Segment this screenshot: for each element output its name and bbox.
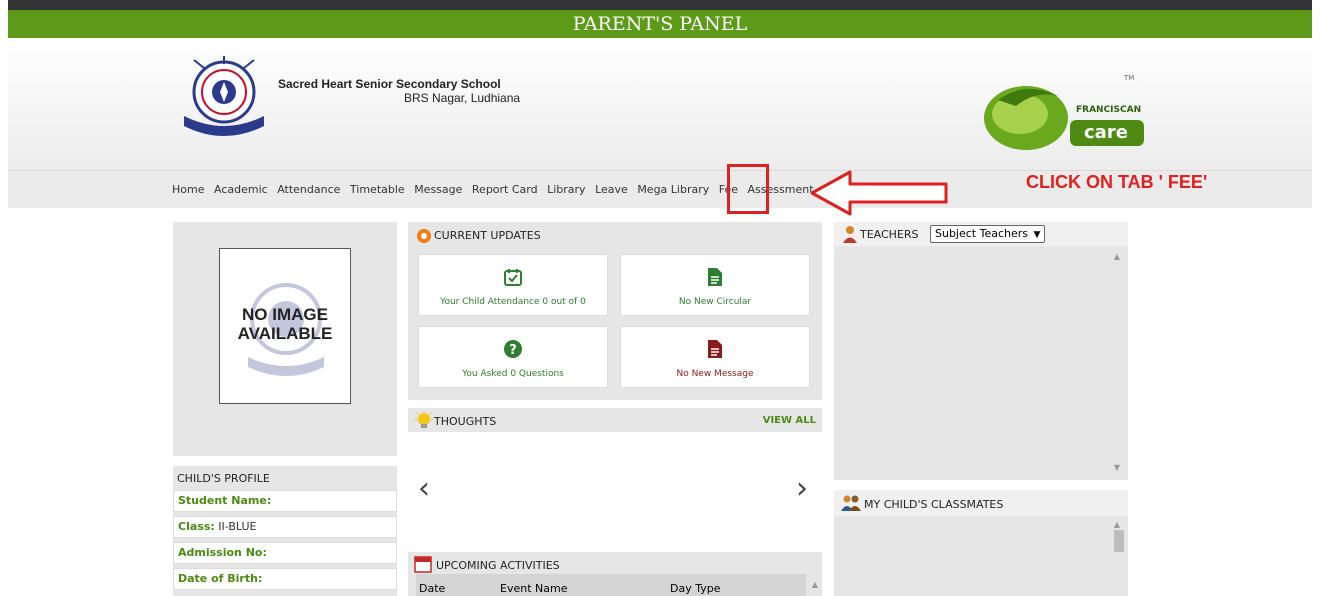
classmates-scroll-up-icon[interactable]: ▲ [1114,520,1120,529]
nav-timetable[interactable]: Timetable [350,183,405,196]
nav-academic[interactable]: Academic [214,183,268,196]
school-seal-logo [184,56,264,136]
student-photo: NO IMAGE AVAILABLE [219,248,351,404]
school-name: Sacred Heart Senior Secondary School [278,77,501,91]
lightbulb-icon [415,411,433,428]
no-image-text: NO IMAGE AVAILABLE [220,305,350,343]
classmates-panel: MY CHILD'S CLASSMATES ▲ [834,490,1128,596]
nav-message[interactable]: Message [414,183,462,196]
column-event-name: Event Name [500,582,568,595]
school-address: BRS Nagar, Ludhiana [404,91,521,105]
care-tagline: we value your care [1076,145,1134,152]
class-label: Class: [178,520,215,533]
teachers-panel: TEACHERS Subject Teachers ▼ ▲ ▼ [834,222,1128,480]
questions-card[interactable]: ? You Asked 0 Questions [418,326,608,388]
classmates-title: MY CHILD'S CLASSMATES [864,498,1004,511]
attendance-card-text: Your Child Attendance 0 out of 0 [440,297,586,307]
franciscan-care-logo: TM FRANCISCAN care we value your care [984,74,1144,152]
no-image-line1: NO IMAGE [242,305,328,324]
upcoming-activities-title: UPCOMING ACTIVITIES [436,559,560,572]
dob-label: Date of Birth: [178,572,263,585]
no-image-line2: AVAILABLE [237,324,333,343]
calendar-icon [414,556,432,573]
child-profile-panel: CHILD'S PROFILE Student Name: Class: II-… [173,466,397,596]
question-circle-icon: ? [504,340,522,358]
nav-attendance[interactable]: Attendance [277,183,340,196]
activities-scroll-up-icon[interactable]: ▲ [812,580,818,589]
activities-table-header: Date Event Name Day Type [416,574,806,596]
circular-card[interactable]: No New Circular [620,254,810,316]
profile-row-admission: Admission No: [173,542,397,564]
child-profile-heading: CHILD'S PROFILE [177,472,270,485]
nav-report-card[interactable]: Report Card [472,183,538,196]
nav-menu: Home Academic Attendance Timetable Messa… [172,183,820,196]
circular-card-text: No New Circular [678,297,752,307]
nav-mega-library[interactable]: Mega Library [637,183,709,196]
classmates-header: MY CHILD'S CLASSMATES [834,490,1128,516]
class-value: II-BLUE [218,520,257,533]
column-day-type: Day Type [670,582,721,595]
top-bar [8,0,1312,10]
column-date: Date [419,582,446,595]
current-updates-title: CURRENT UPDATES [434,229,541,242]
panel-title-bar: PARENT'S PANEL [8,10,1312,38]
teacher-icon [843,226,857,243]
admission-label: Admission No: [178,546,267,559]
care-name: care [1084,122,1128,143]
view-all-link[interactable]: VIEW ALL [763,415,816,426]
attendance-card[interactable]: Your Child Attendance 0 out of 0 [418,254,608,316]
classmates-scrollbar-thumb[interactable] [1114,530,1124,552]
message-card-text: No New Message [676,369,754,379]
teachers-title: TEACHERS [860,228,919,241]
svg-text:?: ? [509,343,517,358]
document-icon [708,268,722,286]
care-brand: FRANCISCAN [1076,105,1141,115]
nav-library[interactable]: Library [547,183,585,196]
thoughts-header: THOUGHTS VIEW ALL [408,408,822,432]
updates-icon [417,229,431,243]
profile-row-student-name: Student Name: [173,490,397,512]
left-arrow-annotation-icon [810,170,948,216]
thoughts-title: THOUGHTS [434,415,497,428]
upcoming-activities-panel: UPCOMING ACTIVITIES Date Event Name Day … [408,552,822,596]
chevron-down-icon: ▼ [1033,230,1041,240]
nav-home[interactable]: Home [172,183,204,196]
nav-leave[interactable]: Leave [595,183,628,196]
group-icon [841,495,861,511]
teachers-header: TEACHERS Subject Teachers ▼ [834,222,1128,246]
click-fee-instruction: CLICK ON TAB ' FEE' [1026,172,1208,192]
teachers-scroll-down-icon[interactable]: ▼ [1114,463,1120,472]
previous-thought-button[interactable]: ‹ [418,471,430,506]
current-updates-panel: CURRENT UPDATES Your Child Attendance 0 … [408,222,822,400]
teacher-type-select[interactable]: Subject Teachers ▼ [930,225,1046,243]
student-name-label: Student Name: [178,494,272,507]
document-icon [708,340,722,358]
fee-tab-highlight [727,164,769,214]
questions-card-text: You Asked 0 Questions [462,369,564,379]
message-card[interactable]: No New Message [620,326,810,388]
profile-row-dob: Date of Birth: [173,568,397,590]
teachers-scroll-up-icon[interactable]: ▲ [1114,252,1120,261]
calendar-check-icon [504,269,522,286]
header: Sacred Heart Senior Secondary School BRS… [8,38,1312,170]
panel-title: PARENT'S PANEL [572,13,748,35]
teacher-type-select-value: Subject Teachers [935,227,1029,240]
profile-row-class: Class: II-BLUE [173,516,397,538]
next-thought-button[interactable]: › [796,471,808,506]
trademark-mark: TM [1123,74,1134,82]
